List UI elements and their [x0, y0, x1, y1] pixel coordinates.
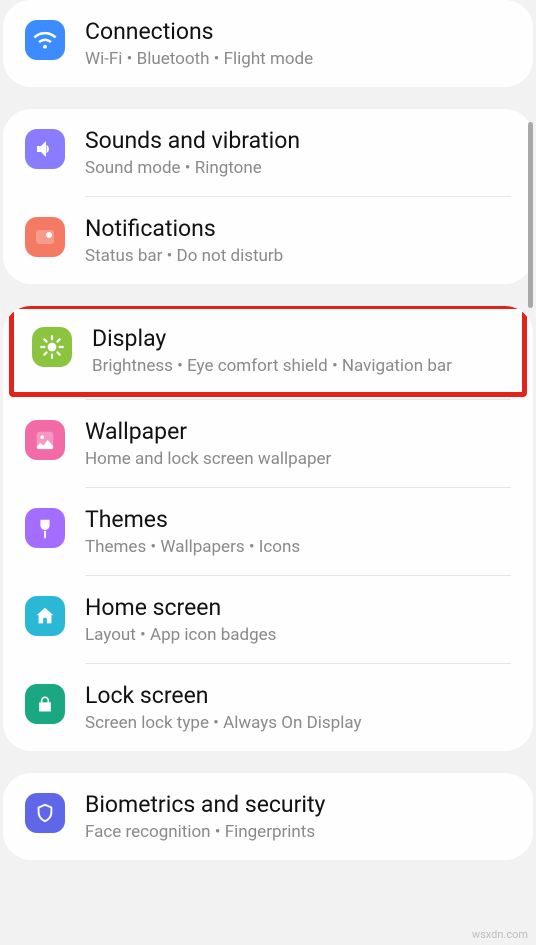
picture-icon — [25, 420, 65, 460]
item-subtitle: Face recognition • Fingerprints — [85, 822, 325, 842]
item-title: Sounds and vibration — [85, 127, 300, 154]
sun-icon — [32, 327, 72, 367]
item-subtitle: Wi-Fi • Bluetooth • Flight mode — [85, 49, 313, 69]
brush-icon — [25, 508, 65, 548]
settings-group: Sounds and vibration Sound mode • Rington… — [3, 109, 533, 284]
item-title: Connections — [85, 18, 313, 45]
notif-icon — [25, 217, 65, 257]
settings-item-homescreen[interactable]: Home screen Layout • App icon badges — [3, 576, 533, 663]
item-title: Lock screen — [85, 682, 362, 709]
home-icon — [25, 596, 65, 636]
item-title: Wallpaper — [85, 418, 331, 445]
settings-item-themes[interactable]: Themes Themes • Wallpapers • Icons — [3, 488, 533, 575]
highlight-display: Display Brightness • Eye comfort shield •… — [9, 306, 527, 397]
lock-icon — [25, 684, 65, 724]
item-subtitle: Screen lock type • Always On Display — [85, 713, 362, 733]
settings-group: Connections Wi-Fi • Bluetooth • Flight mo… — [3, 0, 533, 87]
settings-group: Biometrics and security Face recognition … — [3, 773, 533, 860]
settings-group: Display Brightness • Eye comfort shield •… — [3, 306, 533, 751]
settings-item-connections[interactable]: Connections Wi-Fi • Bluetooth • Flight mo… — [3, 0, 533, 87]
speaker-icon — [25, 129, 65, 169]
item-subtitle: Sound mode • Ringtone — [85, 158, 300, 178]
item-title: Themes — [85, 506, 300, 533]
settings-item-biometrics[interactable]: Biometrics and security Face recognition … — [3, 773, 533, 860]
item-subtitle: Home and lock screen wallpaper — [85, 449, 331, 469]
item-title: Notifications — [85, 215, 283, 242]
item-title: Biometrics and security — [85, 791, 325, 818]
settings-item-wallpaper[interactable]: Wallpaper Home and lock screen wallpaper — [3, 400, 533, 487]
shield-icon — [25, 793, 65, 833]
item-title: Home screen — [85, 594, 276, 621]
item-subtitle: Layout • App icon badges — [85, 625, 276, 645]
settings-item-notifications[interactable]: Notifications Status bar • Do not disturb — [3, 197, 533, 284]
item-title: Display — [92, 325, 452, 352]
scrollbar[interactable] — [528, 122, 533, 308]
settings-item-sounds[interactable]: Sounds and vibration Sound mode • Rington… — [3, 109, 533, 196]
wifi-icon — [25, 20, 65, 60]
item-subtitle: Status bar • Do not disturb — [85, 246, 283, 266]
item-subtitle: Brightness • Eye comfort shield • Naviga… — [92, 356, 452, 376]
item-subtitle: Themes • Wallpapers • Icons — [85, 537, 300, 557]
settings-item-display[interactable]: Display Brightness • Eye comfort shield •… — [14, 309, 522, 392]
watermark: wsxdn.com — [472, 928, 528, 941]
settings-item-lockscreen[interactable]: Lock screen Screen lock type • Always On … — [3, 664, 533, 751]
